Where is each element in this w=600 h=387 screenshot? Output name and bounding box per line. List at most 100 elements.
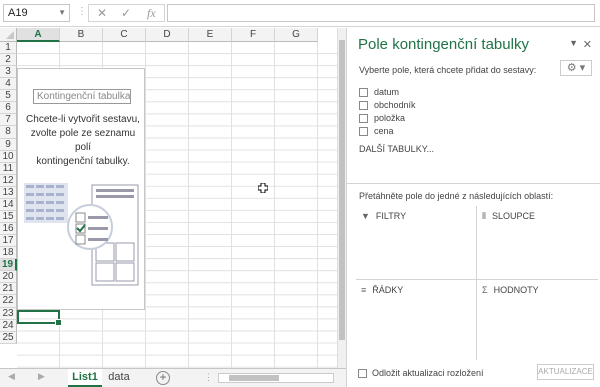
column-header-e[interactable]: E [189, 28, 232, 42]
column-header-d[interactable]: D [146, 28, 189, 42]
row-header-24[interactable]: 24 [0, 319, 17, 332]
pane-splitter[interactable] [347, 183, 600, 184]
row-header-11[interactable]: 11 [0, 162, 17, 175]
enter-icon[interactable]: ✓ [121, 6, 131, 20]
checkbox[interactable] [358, 369, 367, 379]
row-header-23[interactable]: 23 [0, 307, 17, 320]
area-rows[interactable]: ≡ ŘÁDKY [356, 280, 477, 360]
defer-label: Odložit aktualizaci rozložení [372, 368, 484, 378]
insert-function-icon[interactable]: fx [147, 6, 156, 21]
update-button[interactable]: AKTUALIZACE [537, 364, 594, 380]
drag-handle-icon[interactable]: ⋮ [77, 6, 87, 17]
area-label: HODNOTY [493, 285, 539, 295]
sheet-tab-list1[interactable]: List1 [68, 369, 102, 387]
sheet-tab-bar: ◀ ▶ List1 data + ⋮ [0, 368, 346, 387]
row-header-9[interactable]: 9 [0, 138, 17, 151]
scrollbar-thumb[interactable] [339, 40, 345, 340]
row-header-1[interactable]: 1 [0, 42, 17, 55]
row-header-7[interactable]: 7 [0, 114, 17, 127]
pivot-instructions-line: zvolte pole ze seznamu polí [30, 128, 136, 153]
choose-fields-label: Vyberte pole, která chcete přidat do ses… [359, 65, 537, 75]
cell-cursor-icon [258, 183, 268, 193]
pivot-illustration-icon [24, 183, 139, 286]
columns-icon: ⦀ [482, 211, 486, 221]
area-label: ŘÁDKY [372, 285, 404, 295]
row-header-14[interactable]: 14 [0, 198, 17, 211]
column-header-a[interactable]: A [17, 28, 60, 42]
field-label: obchodník [374, 100, 416, 110]
row-header-25[interactable]: 25 [0, 331, 17, 344]
area-label: SLOUPCE [491, 211, 535, 221]
pivot-table-name: Kontingenční tabulka 2 [33, 89, 131, 104]
row-header-17[interactable]: 17 [0, 235, 17, 248]
select-all-corner[interactable] [0, 28, 17, 42]
tab-scroll-left-icon[interactable]: ◀ [8, 371, 15, 382]
chevron-down-icon[interactable]: ▼ [58, 8, 66, 17]
formula-input[interactable] [167, 4, 595, 22]
more-tables-link[interactable]: DALŠÍ TABULKY... [359, 144, 434, 154]
splitter-handle-icon[interactable]: ⋮ [204, 372, 213, 383]
field-item-cena[interactable]: cena [359, 126, 394, 137]
checkbox[interactable] [359, 127, 368, 137]
row-header-13[interactable]: 13 [0, 186, 17, 199]
row-header-12[interactable]: 12 [0, 174, 17, 187]
row-header-22[interactable]: 22 [0, 295, 17, 308]
formula-bar: A19 ▼ ⋮ ✕ ✓ fx [0, 0, 600, 27]
rows-icon: ≡ [361, 285, 367, 295]
row-header-21[interactable]: 21 [0, 283, 17, 296]
area-columns[interactable]: ⦀ SLOUPCE [477, 206, 598, 280]
column-header-b[interactable]: B [60, 28, 103, 42]
column-header-g[interactable]: G [275, 28, 318, 42]
row-header-19[interactable]: 19 [0, 259, 17, 272]
add-sheet-button[interactable]: + [156, 371, 170, 385]
row-header-2[interactable]: 2 [0, 54, 17, 67]
close-icon[interactable]: ✕ [583, 38, 592, 51]
formula-buttons: ✕ ✓ fx [88, 4, 165, 22]
field-item-datum[interactable]: datum [359, 87, 400, 98]
field-label: datum [374, 87, 400, 97]
row-header-20[interactable]: 20 [0, 271, 17, 284]
name-box-value: A19 [8, 7, 28, 19]
pivot-instructions: Chcete-li vytvořit sestavu, zvolte pole … [24, 113, 142, 169]
tab-scroll-right-icon[interactable]: ▶ [38, 371, 45, 382]
name-box[interactable]: A19 ▼ [3, 4, 70, 22]
row-header-3[interactable]: 3 [0, 66, 17, 79]
horizontal-scrollbar[interactable] [218, 373, 334, 383]
chevron-down-icon[interactable]: ▼ [569, 38, 578, 48]
row-header-10[interactable]: 10 [0, 150, 17, 163]
field-item-polozka[interactable]: položka [359, 113, 406, 124]
active-cell[interactable] [17, 310, 62, 326]
drag-hint-label: Přetáhněte pole do jedné z následujících… [359, 191, 554, 201]
field-label: cena [374, 126, 394, 136]
filter-icon: ▼ [361, 211, 370, 221]
sheet-tab-data[interactable]: data [104, 369, 134, 387]
scrollbar-thumb[interactable] [229, 375, 279, 381]
pivot-table-placeholder[interactable]: Kontingenční tabulka 2 Chcete-li vytvoři… [17, 68, 145, 310]
sigma-icon: Σ [482, 285, 488, 295]
pivot-fields-pane: Pole kontingenční tabulky ▼ ✕ Vyberte po… [346, 28, 600, 387]
gear-icon[interactable]: ⚙ ▾ [560, 60, 592, 76]
row-header-6[interactable]: 6 [0, 102, 17, 115]
field-label: položka [374, 113, 406, 123]
pivot-instructions-line: Chcete-li vytvořit sestavu, [26, 114, 140, 125]
pivot-instructions-line: kontingenční tabulky. [36, 156, 130, 167]
row-header-4[interactable]: 4 [0, 78, 17, 91]
row-header-15[interactable]: 15 [0, 210, 17, 224]
vertical-scrollbar[interactable] [337, 28, 346, 368]
pane-title: Pole kontingenční tabulky [358, 36, 529, 53]
row-header-16[interactable]: 16 [0, 223, 17, 236]
defer-update-option[interactable]: Odložit aktualizaci rozložení [358, 368, 484, 379]
column-header-c[interactable]: C [103, 28, 146, 42]
cancel-icon[interactable]: ✕ [97, 6, 107, 20]
checkbox[interactable] [359, 114, 368, 124]
area-filters[interactable]: ▼ FILTRY [356, 206, 477, 280]
row-header-5[interactable]: 5 [0, 90, 17, 103]
area-values[interactable]: Σ HODNOTY [477, 280, 598, 360]
area-label: FILTRY [375, 211, 407, 221]
checkbox[interactable] [359, 101, 368, 111]
row-header-8[interactable]: 8 [0, 126, 17, 139]
column-header-f[interactable]: F [232, 28, 275, 42]
checkbox[interactable] [359, 88, 368, 98]
field-item-obchodnik[interactable]: obchodník [359, 100, 416, 111]
row-header-18[interactable]: 18 [0, 247, 17, 260]
